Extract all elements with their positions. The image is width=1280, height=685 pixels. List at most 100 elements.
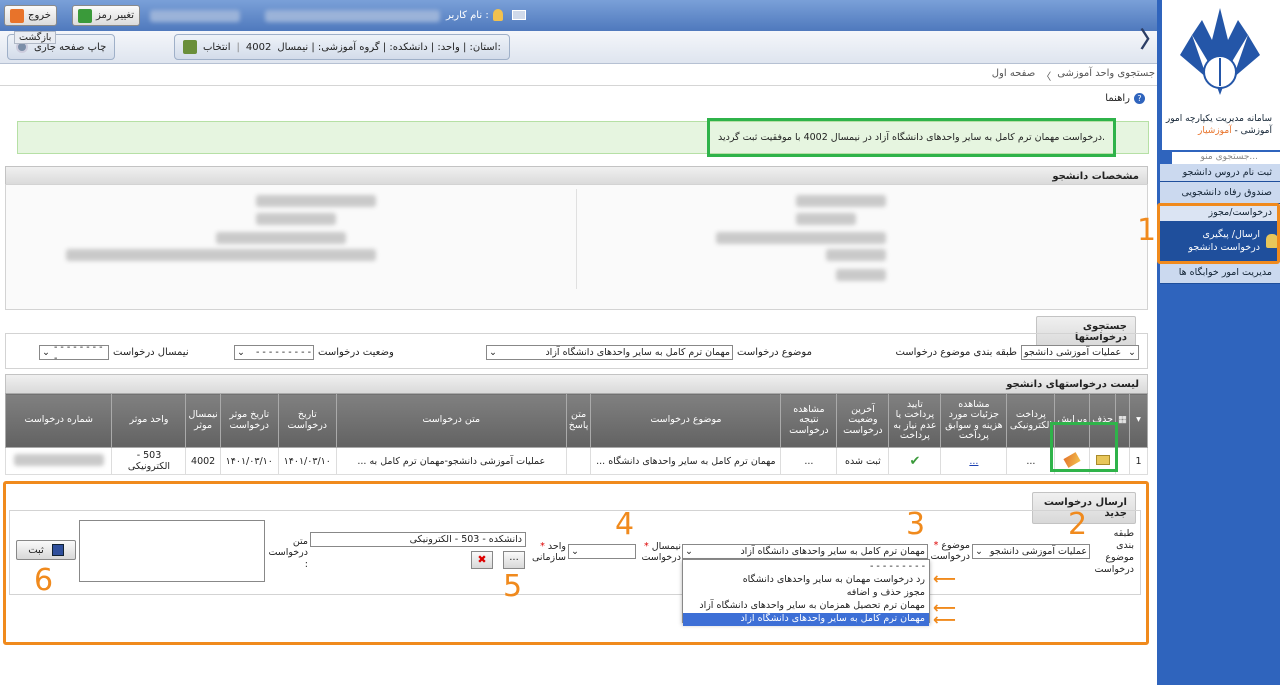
collapse-sidebar-icon[interactable]: 〉: [1140, 22, 1162, 54]
new-subject-select[interactable]: مهمان ترم کامل به سایر واحدهای دانشگاه آ…: [682, 544, 928, 559]
dropdown-option[interactable]: رد درخواست مهمان به سایر واحدهای دانشگاه: [683, 574, 929, 587]
list-section-header: لیست درخواستهای دانشجو: [5, 374, 1148, 395]
new-category-label: طبقه بندی موضوع درخواست: [1094, 528, 1134, 575]
result-value: ...: [804, 455, 814, 467]
divider: [0, 85, 1157, 86]
blurred-field: [836, 269, 886, 281]
key-icon: [78, 8, 92, 23]
system-title-line2: آموزشی -: [1231, 126, 1272, 137]
success-text: درخواست مهمان ترم کامل به سایر واحدهای د…: [717, 132, 1106, 143]
annotation-number: 3: [906, 507, 926, 542]
epay-value: ...: [1026, 455, 1036, 467]
chevron-down-icon: ⌄: [685, 546, 693, 557]
search-semester-group: نیمسال درخواست - - - - - - - - - ⌄: [39, 342, 189, 364]
select-button[interactable]: انتخاب: [203, 42, 231, 53]
dropdown-option[interactable]: مهمان ترم تحصیل همزمان به سایر واحدهای د…: [683, 600, 929, 613]
search-status-select[interactable]: - - - - - - - - - ⌄: [234, 345, 314, 360]
browse-button[interactable]: ...: [503, 551, 525, 569]
select-value: - - - - - - - - -: [53, 341, 103, 364]
new-semester-select[interactable]: ⌄: [568, 544, 636, 559]
back-button[interactable]: بازگشت: [14, 31, 57, 44]
details-link[interactable]: ...: [969, 456, 978, 467]
chevron-down-icon: ⌄: [571, 546, 579, 557]
payment-confirm-cell: ✔: [888, 447, 942, 475]
breadcrumb: صفحه اول 〈 جستجوی واحد آموزشی: [992, 68, 1155, 83]
annotation-number: 5: [503, 569, 523, 604]
new-semester-label: * نیمسال درخواست: [641, 541, 681, 564]
university-logo-icon: [1180, 8, 1260, 95]
new-unit-label-text: واحد سازمانی: [532, 541, 566, 564]
blurred-field: [66, 249, 376, 261]
col-header-epay: پرداخت الکترونیکی: [1006, 393, 1056, 448]
col-header-reply: متن پاسخ: [565, 393, 592, 448]
search-semester-select[interactable]: - - - - - - - - - ⌄: [39, 342, 109, 364]
row-index-cell: 1: [1129, 447, 1148, 475]
col-header-result: مشاهده نتیجه درخواست: [780, 393, 838, 448]
exit-button[interactable]: خروج: [4, 5, 57, 26]
help-link[interactable]: راهنما ?: [1105, 93, 1145, 104]
subject-cell: مهمان ترم کامل به سایر واحدهای دانشگاه .…: [590, 447, 782, 475]
blurred-field: [826, 249, 886, 261]
dropdown-option[interactable]: مجوز حذف و اضافه: [683, 587, 929, 600]
student-section-title: مشخصات دانشجو: [1052, 171, 1139, 182]
chevron-down-icon: ⌄: [237, 347, 245, 358]
request-text-area[interactable]: [79, 520, 265, 582]
details-cell[interactable]: ...: [940, 447, 1008, 475]
sidebar-item-welfare-fund[interactable]: صندوق رفاه دانشجویی: [1160, 182, 1280, 204]
arrow-icon: ⟵: [933, 610, 956, 629]
blurred-field: [256, 213, 336, 225]
blurred-number: [13, 453, 104, 466]
blurred-field: [216, 232, 346, 244]
search-panel: طبقه بندی موضوع درخواست عملیات آموزشی دا…: [5, 333, 1148, 369]
annotation-number: 2: [1068, 507, 1088, 542]
sidebar-item-course-registration[interactable]: ثبت نام دروس دانشجو: [1160, 164, 1280, 182]
search-subject-select[interactable]: مهمان ترم کامل به سایر واحدهای دانشگاه آ…: [486, 345, 733, 360]
submit-label: ثبت: [28, 544, 44, 556]
status-value: ثبت شده: [845, 455, 881, 467]
col-header-status: آخرین وضعیت درخواست: [836, 393, 890, 448]
edit-delete-highlight: [1050, 422, 1118, 472]
select-value: عملیات آموزشی دانشجو: [989, 546, 1087, 557]
new-subject-label: * موضوع درخواست: [930, 540, 970, 563]
col-header-eff-unit: واحد موثر: [111, 393, 187, 448]
table-row[interactable]: 1 ... ... ✔ ثبت شده ... مهمان ترم کامل ب…: [4, 447, 1148, 475]
col-header-date: تاریخ درخواست: [277, 393, 337, 448]
back-print-group: چاپ صفحه جاری بازگشت: [7, 31, 116, 60]
requests-table-wrap: ▾ ▦ حذف ویرایش پرداخت الکترونیکی مشاهده …: [4, 393, 1148, 475]
dropdown-option-selected[interactable]: مهمان ترم کامل به سایر واحدهای دانشگاه آ…: [683, 613, 929, 626]
divider: [576, 189, 577, 289]
subject-dropdown: - - - - - - - - - رد درخواست مهمان به سا…: [682, 559, 930, 626]
result-cell: ...: [780, 447, 838, 475]
user-icon: [492, 9, 503, 21]
submit-button[interactable]: ثبت: [16, 540, 76, 560]
breadcrumb-home[interactable]: صفحه اول: [992, 68, 1035, 83]
col-header-eff-semester: نیمسال موثر: [185, 393, 221, 448]
search-category-select[interactable]: عملیات آموزشی دانشجو ⌄: [1021, 345, 1139, 360]
blurred-username: [265, 10, 440, 22]
date-cell: ۱۴۰۱/۰۳/۱۰: [277, 447, 337, 475]
number-cell: [4, 447, 113, 475]
mail-icon[interactable]: [512, 10, 526, 20]
row-index: 1: [1135, 455, 1142, 467]
select-value: عملیات آموزشی دانشجو: [1024, 347, 1122, 358]
checkmark-icon: ✔: [909, 453, 921, 469]
select-value: - - - - - - - - -: [255, 347, 311, 358]
select-value: مهمان ترم کامل به سایر واحدهای دانشگاه آ…: [740, 546, 925, 557]
menu-search-input[interactable]: جستجوی منو...: [1172, 152, 1280, 164]
dropdown-option[interactable]: - - - - - - - - -: [683, 561, 929, 574]
sort-header[interactable]: ▾: [1129, 393, 1148, 448]
semester-value: 4002: [245, 41, 272, 53]
blurred-field: [796, 213, 856, 225]
table-header-row: ▾ ▦ حذف ویرایش پرداخت الکترونیکی مشاهده …: [4, 393, 1148, 448]
subject-value: مهمان ترم کامل به سایر واحدهای دانشگاه .…: [596, 455, 776, 467]
context-bar: چاپ صفحه جاری بازگشت انتخاب | 4002 استان…: [0, 31, 1157, 64]
chevron-down-icon: ⌄: [42, 347, 50, 358]
unit-input[interactable]: دانشکده - 503 - الکترونیکی: [310, 532, 526, 547]
sidebar-item-dormitory[interactable]: مدیریت امور خوابگاه ها: [1160, 262, 1280, 284]
blurred-field: [716, 232, 886, 244]
search-status-label: وضعیت درخواست: [318, 347, 394, 358]
clear-icon[interactable]: ✖: [471, 551, 493, 569]
change-password-button[interactable]: تغییر رمز: [72, 5, 141, 26]
annotation-number: 1: [1137, 213, 1157, 248]
new-category-select[interactable]: عملیات آموزشی دانشجو ⌄: [972, 544, 1090, 559]
